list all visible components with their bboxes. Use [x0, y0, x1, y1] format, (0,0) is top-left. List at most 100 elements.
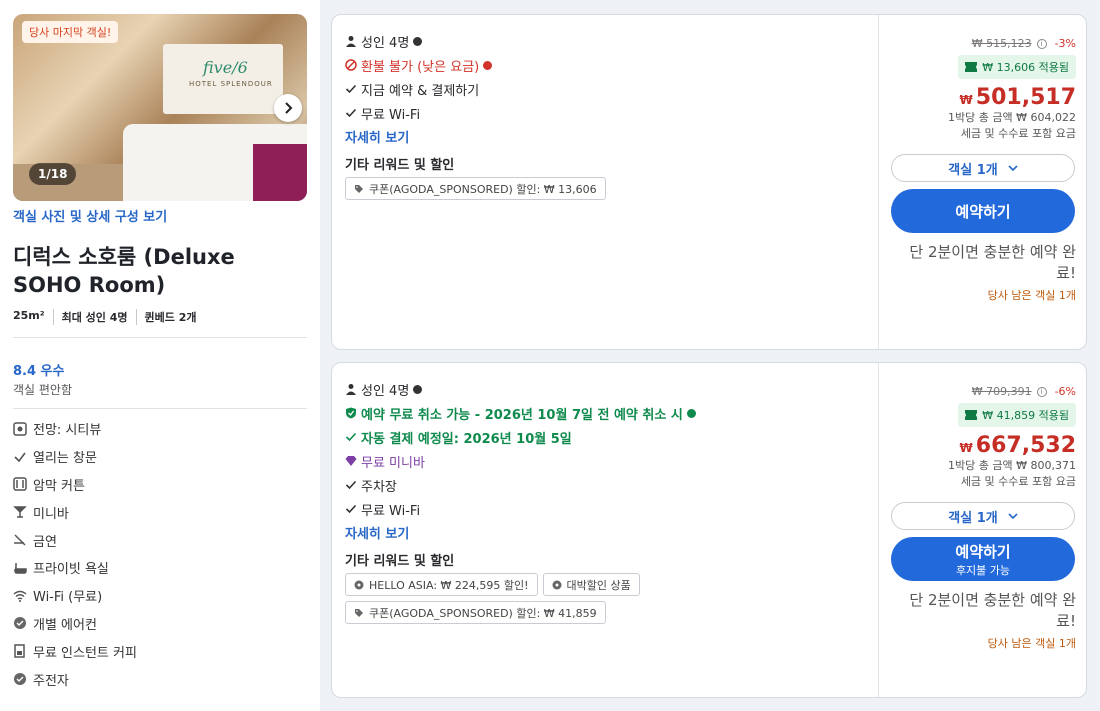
offer-autopay: 자동 결제 예정일: 2026년 10월 5일: [345, 425, 865, 449]
reward-chips: 쿠폰(AGODA_SPONSORED) 할인: ₩ 13,606: [345, 177, 685, 200]
room-quantity-select[interactable]: 객실 1개: [891, 502, 1075, 530]
offer-card: 성인 4명 환불 불가 (낮은 요금) 지금 예약 & 결제하기 무료 Wi-F…: [331, 14, 1087, 350]
room-meta: 25m² 최대 성인 4명 퀸베드 2개: [13, 309, 307, 325]
total-price: 1박당 총 금액 ₩ 604,022: [948, 111, 1076, 124]
room-size: 25m²: [13, 309, 45, 322]
check-icon: [14, 452, 26, 462]
discount-applied-badge: ₩ 41,859 적용됨: [958, 403, 1076, 427]
amenity-item: 주전자: [13, 665, 307, 693]
amenity-item: 암막 커튼: [13, 471, 307, 499]
final-price: ₩501,517: [959, 85, 1076, 110]
see-more-link[interactable]: 자세히 보기: [345, 125, 865, 147]
check-icon: [345, 480, 357, 490]
rooms-left-note: 당사 남은 객실 1개: [987, 637, 1076, 650]
chevron-right-icon: [285, 102, 293, 114]
divider: [13, 408, 307, 409]
offer-feature: 지금 예약 & 결제하기: [345, 77, 865, 101]
offer-guests: 성인 4명: [345, 377, 865, 401]
ticket-icon: [965, 62, 978, 72]
curtain-icon: [13, 477, 27, 492]
offer-feature: 주차장: [345, 473, 865, 497]
rewards-title: 기타 리워드 및 할인: [345, 553, 455, 569]
check-icon: [345, 84, 357, 94]
book-button[interactable]: 예약하기: [891, 189, 1075, 233]
original-price: ₩ 515,123: [971, 37, 1032, 50]
photo-counter: 1/18: [29, 163, 77, 185]
amenity-item: 미니바: [13, 498, 307, 526]
discount-percent: -6%: [1054, 385, 1076, 398]
room-score[interactable]: 8.4 우수: [13, 360, 307, 379]
view-icon: [13, 422, 27, 436]
quick-booking-note: 단 2분이면 충분한 예약 완료!: [909, 591, 1076, 630]
info-icon[interactable]: [686, 408, 696, 418]
next-photo-button[interactable]: [274, 94, 302, 122]
bath-icon: [14, 562, 27, 574]
room-quantity-select[interactable]: 객실 1개: [891, 154, 1075, 182]
pay-later-label: 후지불 가능: [955, 563, 1011, 577]
bike-icon: [14, 673, 26, 686]
minibar-icon: [13, 506, 27, 519]
deal-chip[interactable]: 대박할인 상품: [542, 573, 640, 596]
hotel-logo: five/6: [203, 58, 248, 77]
info-icon[interactable]: [413, 36, 423, 46]
discount-percent: -3%: [1054, 37, 1076, 50]
amenity-item: Wi-Fi (무료): [13, 582, 307, 610]
amenity-list: 전망: 시티뷰 열리는 창문 암막 커튼 미니바 금연 프라이빗 욕실 Wi-F…: [13, 415, 307, 693]
offer-guests: 성인 4명: [345, 29, 865, 53]
offer-policy: 환불 불가 (낮은 요금): [345, 53, 865, 77]
tax-note: 세금 및 수수료 포함 요금: [960, 127, 1076, 140]
room-photos-link[interactable]: 객실 사진 및 상세 구성 보기: [13, 206, 307, 225]
hotel-logo-sub: HOTEL SPLENDOUR: [189, 80, 273, 88]
no-refund-icon: [345, 59, 357, 71]
reward-chips: HELLO ASIA: ₩ 224,595 할인! 대박할인 상품 쿠폰(AGO…: [345, 573, 685, 624]
book-button[interactable]: 예약하기 후지불 가능: [891, 537, 1075, 581]
check-icon: [345, 504, 357, 514]
amenity-item: 개별 에어컨: [13, 610, 307, 638]
offer-feature: 무료 Wi-Fi: [345, 497, 865, 521]
tag-icon: [355, 608, 363, 617]
offer-card: 성인 4명 예약 무료 취소 가능 - 2026년 10월 7일 전 예약 취소…: [331, 362, 1087, 698]
photo-wall: five/6 HOTEL SPLENDOUR: [163, 44, 283, 114]
shield-check-icon: [346, 407, 356, 419]
info-icon[interactable]: [413, 384, 423, 394]
promo-chip[interactable]: HELLO ASIA: ₩ 224,595 할인!: [345, 573, 538, 596]
coupon-chip[interactable]: 쿠폰(AGODA_SPONSORED) 할인: ₩ 41,859: [345, 601, 606, 624]
tag-icon: [355, 184, 363, 193]
room-photo[interactable]: five/6 HOTEL SPLENDOUR 당사 마지막 객실! 1/18: [13, 14, 307, 201]
room-capacity: 최대 성인 4명: [52, 309, 136, 325]
total-price: 1박당 총 금액 ₩ 800,371: [948, 459, 1076, 472]
room-score-label: 객실 편안함: [13, 383, 73, 397]
amenity-item: 전망: 시티뷰: [13, 415, 307, 443]
star-badge-icon: [552, 580, 562, 589]
info-icon[interactable]: i: [1036, 38, 1047, 49]
see-more-link[interactable]: 자세히 보기: [345, 521, 865, 543]
no-smoking-icon: [14, 534, 26, 546]
info-icon[interactable]: [483, 60, 493, 70]
room-beds: 퀸베드 2개: [135, 309, 205, 325]
discount-applied-badge: ₩ 13,606 적용됨: [958, 55, 1076, 79]
offer-details: 성인 4명 환불 불가 (낮은 요금) 지금 예약 & 결제하기 무료 Wi-F…: [332, 15, 878, 349]
rewards-title: 기타 리워드 및 할인: [345, 157, 455, 173]
amenity-item: 무료 인스턴트 커피: [13, 637, 307, 665]
offer-price-panel: ₩ 515,123 i -3% ₩ 13,606 적용됨 ₩501,517 1박…: [878, 15, 1088, 349]
original-price-row: ₩ 515,123 i -3%: [891, 37, 1076, 50]
rooms-left-note: 당사 남은 객실 1개: [987, 289, 1076, 302]
person-icon: [346, 36, 356, 47]
info-icon[interactable]: i: [1036, 386, 1047, 397]
last-room-badge: 당사 마지막 객실!: [22, 21, 119, 43]
offer-price-panel: ₩ 709,391 i -6% ₩ 41,859 적용됨 ₩667,532 1박…: [878, 363, 1088, 697]
chevron-down-icon: [1008, 513, 1018, 520]
tax-note: 세금 및 수수료 포함 요금: [960, 475, 1076, 488]
offer-minibar: 무료 미니바: [345, 449, 865, 473]
offer-details: 성인 4명 예약 무료 취소 가능 - 2026년 10월 7일 전 예약 취소…: [332, 363, 878, 697]
aircon-icon: [14, 617, 26, 630]
original-price: ₩ 709,391: [971, 385, 1032, 398]
quick-booking-note: 단 2분이면 충분한 예약 완료!: [909, 243, 1076, 282]
divider: [13, 337, 307, 338]
offer-feature: 무료 Wi-Fi: [345, 101, 865, 125]
chevron-down-icon: [1008, 165, 1018, 172]
coupon-chip[interactable]: 쿠폰(AGODA_SPONSORED) 할인: ₩ 13,606: [345, 177, 606, 200]
diamond-icon: [345, 456, 357, 466]
check-icon: [345, 432, 357, 442]
ticket-icon: [965, 410, 978, 420]
